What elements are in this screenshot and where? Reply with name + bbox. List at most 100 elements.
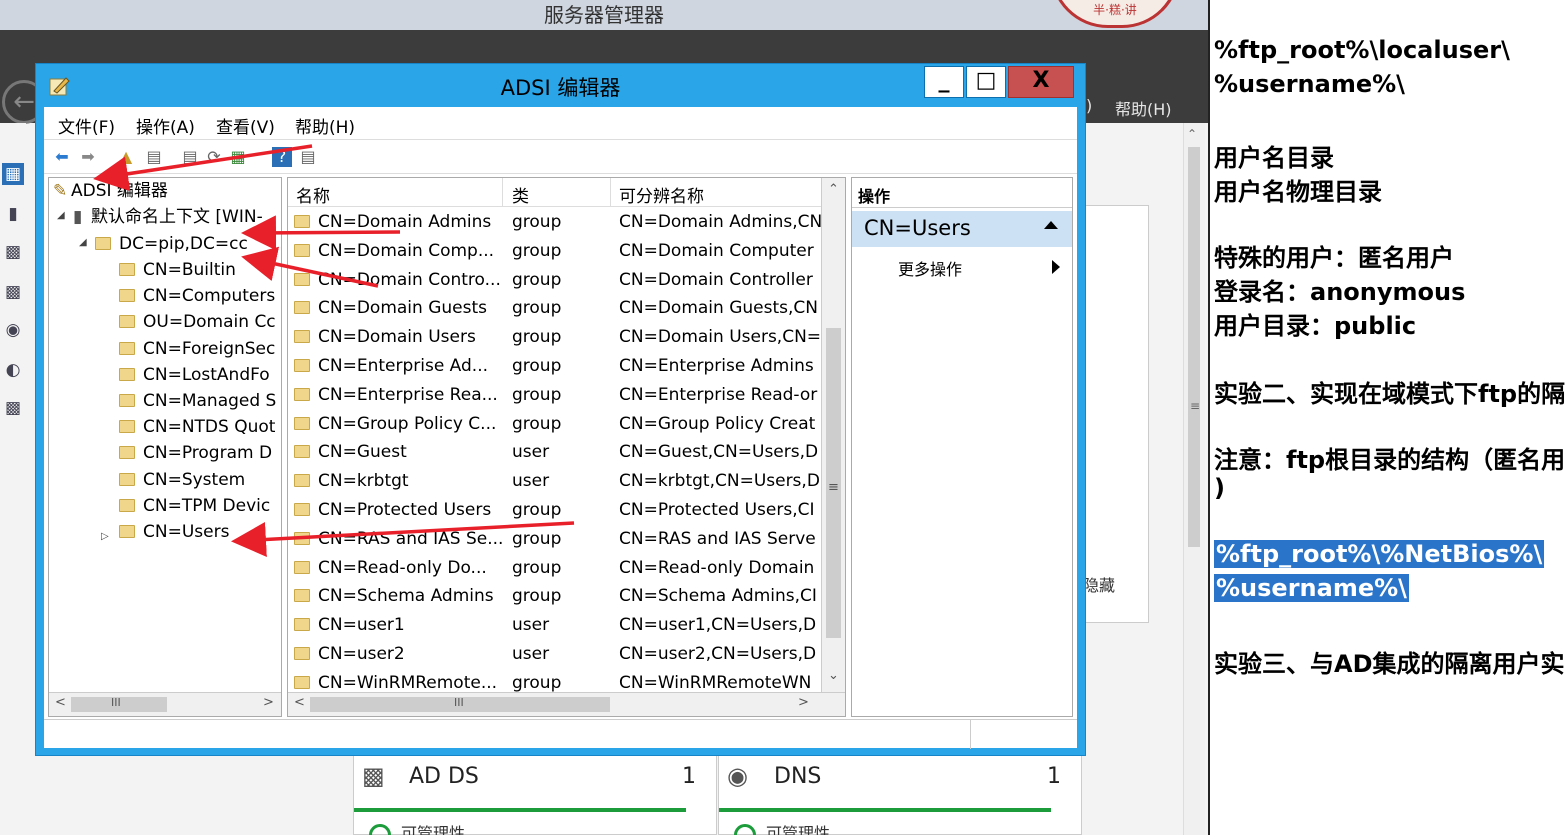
collapse-icon[interactable]: ◢ — [79, 237, 87, 248]
roles-panel — [1085, 205, 1149, 623]
tree-item[interactable]: CN=Computers — [119, 283, 275, 309]
column-name[interactable]: 名称 — [296, 182, 330, 207]
list-vertical-scrollbar[interactable]: ⌃ ≡ ⌄ — [821, 178, 845, 692]
column-divider[interactable] — [610, 178, 611, 207]
export-icon[interactable]: ▦ — [228, 147, 248, 167]
list-row[interactable]: CN=Read-only Do... group CN=Read-only Doma… — [288, 554, 821, 583]
column-class[interactable]: 类 — [512, 182, 529, 207]
scroll-left-icon[interactable]: < — [294, 695, 305, 710]
cell-dn: CN=Protected Users,CI — [619, 500, 815, 520]
file-services-icon[interactable]: ◐ — [2, 359, 24, 381]
scroll-right-icon[interactable]: > — [798, 695, 809, 710]
tree-item[interactable]: OU=Domain Cc — [119, 309, 276, 335]
list-row[interactable]: CN=Protected Users group CN=Protected User… — [288, 496, 821, 525]
tree-domain[interactable]: DC=pip,DC=cc — [95, 231, 248, 257]
cell-class: user — [512, 615, 550, 636]
list-row[interactable]: CN=Guest user CN=Guest,CN=Users,D — [288, 438, 821, 467]
menu-view[interactable]: 查看(V) — [216, 113, 275, 138]
scroll-up-icon[interactable]: ⌃ — [828, 182, 839, 197]
scroll-thumb[interactable] — [1188, 147, 1200, 547]
list-row[interactable]: CN=krbtgt user CN=krbtgt,CN=Users,D — [288, 467, 821, 496]
folder-icon — [95, 237, 111, 250]
dns-nav-icon[interactable]: ◉ — [2, 319, 24, 341]
cell-class: group — [512, 557, 562, 578]
list-row[interactable]: CN=Enterprise Ad... group CN=Enterprise Ad… — [288, 352, 821, 381]
folder-icon — [119, 446, 135, 460]
tree-item-label: CN=Program D — [143, 443, 273, 464]
list-horizontal-scrollbar[interactable]: < III > — [288, 692, 845, 716]
list-row[interactable]: CN=Domain Admins group CN=Domain Admins,CN — [288, 208, 821, 237]
adsi-titlebar[interactable]: ADSI 编辑器 _ □ X — [36, 64, 1085, 107]
list-row[interactable]: CN=user2 user CN=user2,CN=Users,D — [288, 640, 821, 669]
properties-icon[interactable]: ▤ — [298, 147, 318, 167]
list-row[interactable]: CN=Schema Admins group CN=Schema Admins,CI — [288, 582, 821, 611]
scroll-right-icon[interactable]: > — [263, 695, 274, 710]
cell-dn: CN=Domain Admins,CN — [619, 212, 821, 232]
menu-action[interactable]: 操作(A) — [136, 113, 195, 138]
column-dn[interactable]: 可分辨名称 — [619, 182, 704, 207]
note-line: %ftp_root%\%NetBios%\ — [1214, 540, 1545, 568]
adsi-root-icon: ✎ — [53, 181, 68, 201]
all-servers-icon[interactable]: ▩ — [2, 241, 24, 263]
scroll-left-icon[interactable]: < — [55, 695, 66, 710]
tile-status: 可管理性 — [734, 820, 830, 835]
expand-icon[interactable]: ▷ — [101, 531, 109, 542]
tree-item-label: CN=LostAndFo — [143, 364, 270, 385]
list-row[interactable]: CN=Domain Guests group CN=Domain Guests,CN — [288, 294, 821, 323]
folder-icon — [294, 301, 310, 315]
tree-item[interactable]: CN=Program D — [119, 440, 272, 466]
tree-item[interactable]: CN=System — [119, 467, 245, 493]
submenu-arrow-icon[interactable] — [1052, 260, 1060, 274]
menu-help[interactable]: 帮助(H) — [295, 113, 355, 138]
list-row[interactable]: CN=Domain Users group CN=Domain Users,CN= — [288, 323, 821, 352]
copy-icon[interactable]: ▤ — [180, 147, 200, 167]
list-row[interactable]: CN=Domain Comp... group CN=Domain Computer — [288, 237, 821, 266]
menu-file[interactable]: 文件(F) — [58, 113, 115, 138]
collapse-up-icon[interactable] — [1044, 221, 1058, 229]
dashboard-icon[interactable]: ▦ — [2, 163, 24, 185]
more-actions-link[interactable]: 更多操作 — [898, 256, 962, 280]
tree-item[interactable]: CN=NTDS Quot — [119, 414, 275, 440]
tile-ad-ds[interactable]: ▩ AD DS 1 可管理性 — [353, 756, 717, 835]
list-row[interactable]: CN=Enterprise Rea... group CN=Enterprise R… — [288, 381, 821, 410]
tree-item[interactable]: CN=Managed S — [119, 388, 276, 414]
minimize-button[interactable]: _ — [924, 66, 964, 98]
tree-naming-context[interactable]: ▮ 默认命名上下文 [WIN- — [73, 204, 263, 230]
refresh-icon[interactable]: ⟳ — [204, 147, 224, 167]
list-row[interactable]: CN=user1 user CN=user1,CN=Users,D — [288, 611, 821, 640]
iis-icon[interactable]: ▩ — [2, 397, 24, 419]
collapse-icon[interactable]: ◢ — [57, 210, 65, 221]
folder-icon — [119, 394, 135, 407]
tree-item[interactable]: CN=Builtin — [119, 257, 236, 283]
tree-root[interactable]: ✎ ADSI 编辑器 — [53, 178, 168, 204]
tree-item[interactable]: CN=Users — [119, 519, 229, 545]
server-manager-sidebar: ▦ ▮ ▩ ▩ ◉ ◐ ▩ — [0, 123, 26, 835]
up-folder-icon[interactable]: ▲ — [116, 147, 136, 167]
cell-name: CN=Enterprise Ad... — [294, 352, 502, 381]
folder-icon — [119, 367, 135, 381]
tree-item-label: OU=Domain Cc — [143, 312, 276, 333]
tree-item[interactable]: CN=TPM Devic — [119, 493, 270, 519]
show-tree-icon[interactable]: ▤ — [144, 147, 164, 167]
column-divider[interactable] — [502, 178, 503, 207]
hide-link[interactable]: 隐藏 — [1083, 572, 1115, 596]
help-menu[interactable]: 帮助(H) — [1115, 96, 1172, 120]
list-row[interactable]: CN=Group Policy C... group CN=Group Policy… — [288, 410, 821, 439]
back-arrow-icon[interactable]: ⬅ — [52, 147, 72, 167]
actions-selected-item[interactable]: CN=Users — [852, 211, 1072, 247]
server-manager-scrollbar[interactable]: ⌃ ≡ — [1183, 123, 1205, 835]
close-button[interactable]: X — [1008, 66, 1074, 98]
list-row[interactable]: CN=RAS and IAS Se... group CN=RAS and IAS … — [288, 525, 821, 554]
tree-item[interactable]: CN=ForeignSec — [119, 336, 275, 362]
local-server-icon[interactable]: ▮ — [2, 203, 24, 225]
maximize-button[interactable]: □ — [966, 66, 1006, 98]
help-icon[interactable]: ? — [272, 147, 292, 167]
forward-arrow-icon[interactable]: ➡ — [78, 147, 98, 167]
scroll-up-icon[interactable]: ⌃ — [1187, 127, 1197, 141]
ad-ds-nav-icon[interactable]: ▩ — [2, 281, 24, 303]
scroll-down-icon[interactable]: ⌄ — [828, 668, 839, 683]
list-row[interactable]: CN=Domain Contro... group CN=Domain Contro… — [288, 266, 821, 295]
tile-dns[interactable]: ◉ DNS 1 可管理性 — [718, 756, 1082, 835]
tree-horizontal-scrollbar[interactable]: < III > — [49, 692, 281, 716]
tree-item[interactable]: CN=LostAndFo — [119, 362, 270, 388]
